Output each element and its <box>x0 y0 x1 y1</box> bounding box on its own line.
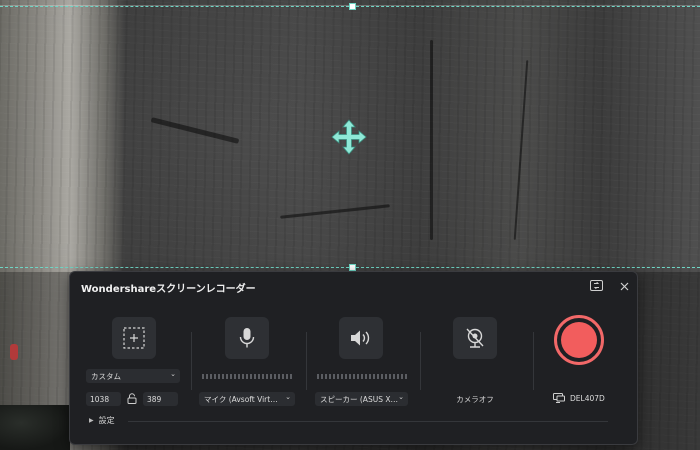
width-input[interactable]: 1038 <box>86 392 121 406</box>
chevron-down-icon: ⌄ <box>170 370 176 378</box>
microphone-toggle[interactable] <box>225 317 269 359</box>
custom-area-icon <box>123 327 145 349</box>
chevron-down-icon: ⌄ <box>398 393 404 401</box>
microphone-value: マイク (Avsoft Virt… <box>204 394 278 404</box>
speaker-toggle[interactable] <box>339 317 383 359</box>
aspect-lock-icon[interactable] <box>127 393 137 404</box>
camera-label: カメラオフ <box>456 395 494 404</box>
speaker-icon <box>351 330 370 346</box>
camera-toggle[interactable] <box>453 317 497 359</box>
speaker-level-meter <box>317 374 409 379</box>
microphone-icon <box>239 328 255 348</box>
move-arrows-icon[interactable] <box>331 119 367 155</box>
settings-toggle[interactable]: ▶ 設定 <box>89 415 115 426</box>
record-dot-icon <box>561 322 597 358</box>
divider <box>191 332 192 390</box>
swap-screen-icon <box>589 280 603 291</box>
microphone-select[interactable]: マイク (Avsoft Virt… ⌄ <box>199 392 295 406</box>
record-button[interactable] <box>554 315 604 365</box>
app-title: Wondershareスクリーンレコーダー <box>81 284 256 295</box>
divider <box>420 332 421 390</box>
recorder-panel: Wondershareスクリーンレコーダー カスタム ⌄ 1038 389 マイ… <box>69 271 638 445</box>
speaker-select[interactable]: スピーカー (ASUS X… ⌄ <box>315 392 408 406</box>
capture-mode-value: カスタム <box>91 371 121 381</box>
monitor-select[interactable]: DEL407D <box>553 393 605 403</box>
divider <box>533 332 534 390</box>
resize-handle-bottom[interactable] <box>349 264 356 271</box>
resize-handle-top[interactable] <box>349 3 356 10</box>
height-input[interactable]: 389 <box>143 392 178 406</box>
area-select-button[interactable] <box>112 317 156 359</box>
speaker-value: スピーカー (ASUS X… <box>320 394 398 404</box>
microphone-level-meter <box>202 374 294 379</box>
close-button[interactable] <box>617 279 631 293</box>
chevron-down-icon: ⌄ <box>285 393 291 401</box>
settings-label: 設定 <box>98 416 115 425</box>
caret-right-icon: ▶ <box>89 417 94 424</box>
divider <box>306 332 307 390</box>
capture-mode-select[interactable]: カスタム ⌄ <box>86 369 180 383</box>
swap-screen-button[interactable] <box>589 279 603 293</box>
monitor-label: DEL407D <box>570 393 605 403</box>
camera-off-icon <box>466 328 484 348</box>
monitor-icon <box>553 393 565 403</box>
divider <box>128 421 608 422</box>
close-icon <box>620 282 628 290</box>
